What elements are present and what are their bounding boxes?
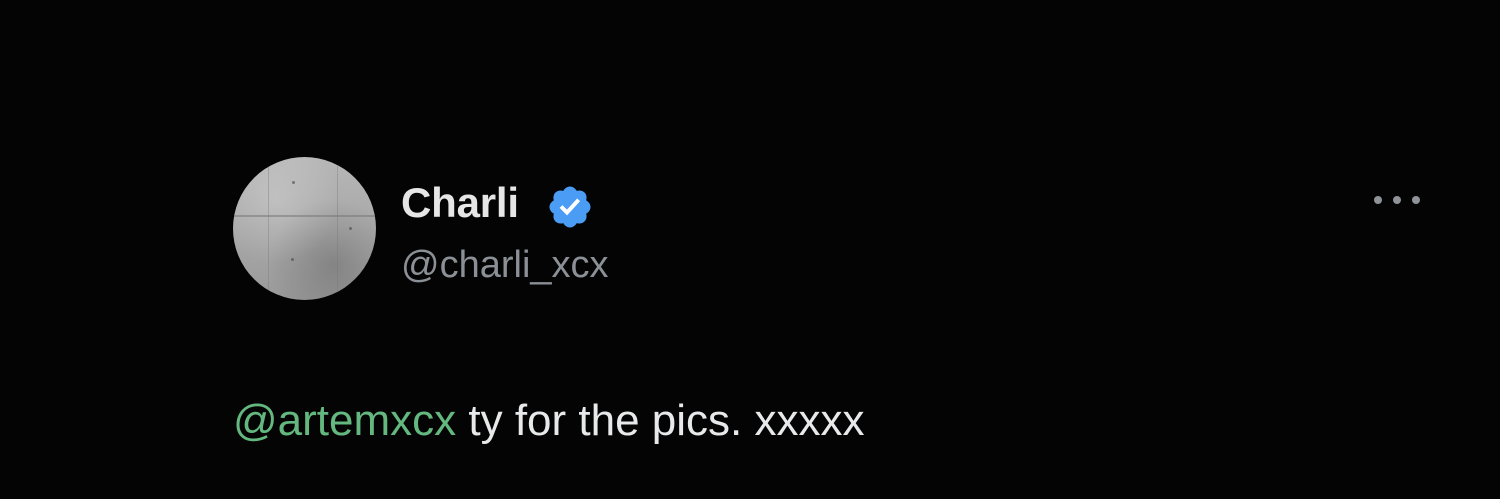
tweet-body-text: ty for the pics. xxxxx: [456, 396, 865, 445]
avatar-texture-seam: [337, 157, 338, 300]
more-dot-icon: [1412, 196, 1420, 204]
more-dot-icon: [1374, 196, 1382, 204]
more-dot-icon: [1393, 196, 1401, 204]
avatar-texture-hole: [349, 227, 352, 230]
avatar-texture-hole: [291, 258, 294, 261]
avatar-texture-seam: [233, 215, 376, 217]
tweet-card: Charli @charli_xcx @artemxcx ty for the …: [0, 0, 1500, 499]
avatar-texture-hole: [244, 273, 247, 276]
more-options-icon[interactable]: [1374, 190, 1420, 210]
user-handle[interactable]: @charli_xcx: [401, 243, 609, 287]
verified-badge-icon: [549, 186, 591, 228]
avatar[interactable]: [233, 157, 376, 300]
mention-link[interactable]: @artemxcx: [233, 396, 456, 445]
tweet-text: @artemxcx ty for the pics. xxxxx: [233, 396, 864, 446]
display-name[interactable]: Charli: [401, 180, 519, 226]
avatar-texture-hole: [292, 181, 295, 184]
avatar-texture-seam: [268, 157, 269, 300]
